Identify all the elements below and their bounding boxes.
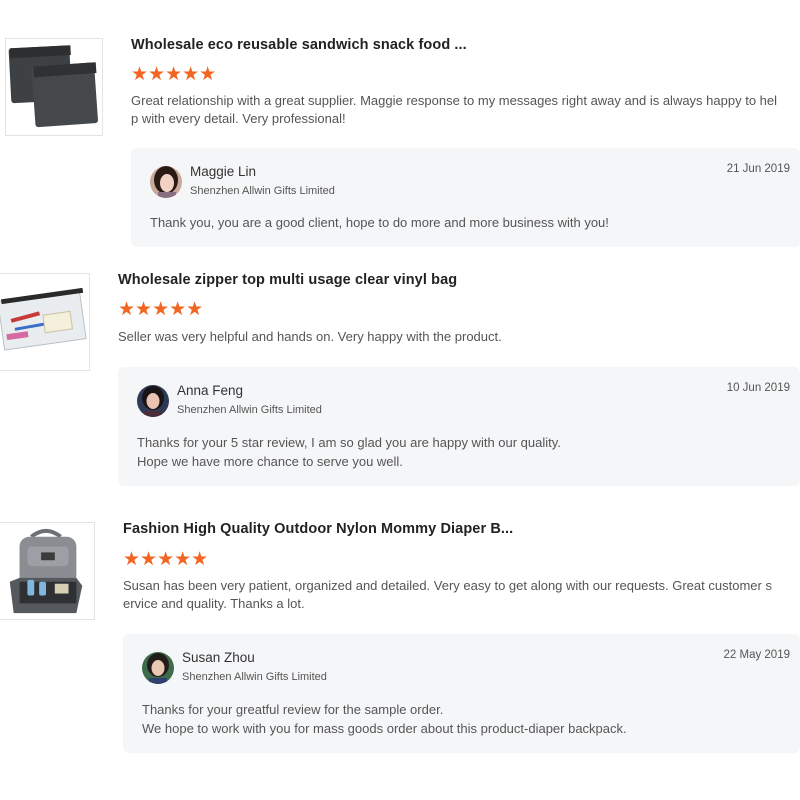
reply-author-name: Maggie Lin (190, 164, 257, 179)
review-text: Great relationship with a great supplier… (131, 93, 778, 126)
star-rating: ★★★★★ (118, 299, 204, 320)
star-rating: ★★★★★ (131, 64, 217, 85)
star-icons: ★★★★★ (131, 64, 217, 85)
reply-company: Shenzhen Allwin Gifts Limited (190, 185, 335, 197)
reply-author-name: Anna Feng (177, 383, 244, 398)
product-thumbnail-diaper-backpack[interactable] (0, 522, 95, 620)
star-rating: ★★★★★ (123, 549, 209, 570)
product-thumbnail-vinyl-bag[interactable] (0, 273, 90, 371)
vinyl-bag-image (0, 274, 89, 370)
avatar (142, 652, 174, 684)
avatar (150, 166, 182, 198)
reply-message: Thanks for your 5 star review, I am so g… (137, 435, 561, 469)
seller-reply: Anna Feng Shenzhen Allwin Gifts Limited … (118, 367, 800, 486)
reply-message: Thank you, you are a good client, hope t… (150, 215, 609, 230)
reply-company: Shenzhen Allwin Gifts Limited (182, 671, 327, 683)
seller-reply: Maggie Lin Shenzhen Allwin Gifts Limited… (131, 148, 800, 247)
avatar-image (142, 652, 174, 684)
avatar-image (150, 166, 182, 198)
review-text: Susan has been very patient, organized a… (123, 578, 772, 611)
seller-reply: Susan Zhou Shenzhen Allwin Gifts Limited… (123, 634, 800, 753)
avatar-image (137, 385, 169, 417)
product-title[interactable]: Wholesale zipper top multi usage clear v… (118, 272, 457, 288)
star-icons: ★★★★★ (118, 299, 204, 320)
reply-date: 21 Jun 2019 (726, 163, 790, 175)
product-title[interactable]: Fashion High Quality Outdoor Nylon Mommy… (123, 521, 513, 537)
diaper-backpack-image (0, 523, 94, 619)
sandwich-bag-image (6, 39, 102, 135)
reply-company: Shenzhen Allwin Gifts Limited (177, 404, 322, 416)
reply-date: 22 May 2019 (723, 649, 791, 661)
avatar (137, 385, 169, 417)
product-thumbnail-sandwich-bag[interactable] (5, 38, 103, 136)
product-title[interactable]: Wholesale eco reusable sandwich snack fo… (131, 37, 467, 53)
review-text: Seller was very helpful and hands on. Ve… (118, 329, 502, 344)
star-icons: ★★★★★ (123, 549, 209, 570)
reply-message: Thanks for your greatful review for the … (142, 702, 627, 736)
reply-date: 10 Jun 2019 (726, 382, 790, 394)
reply-author-name: Susan Zhou (182, 650, 255, 665)
